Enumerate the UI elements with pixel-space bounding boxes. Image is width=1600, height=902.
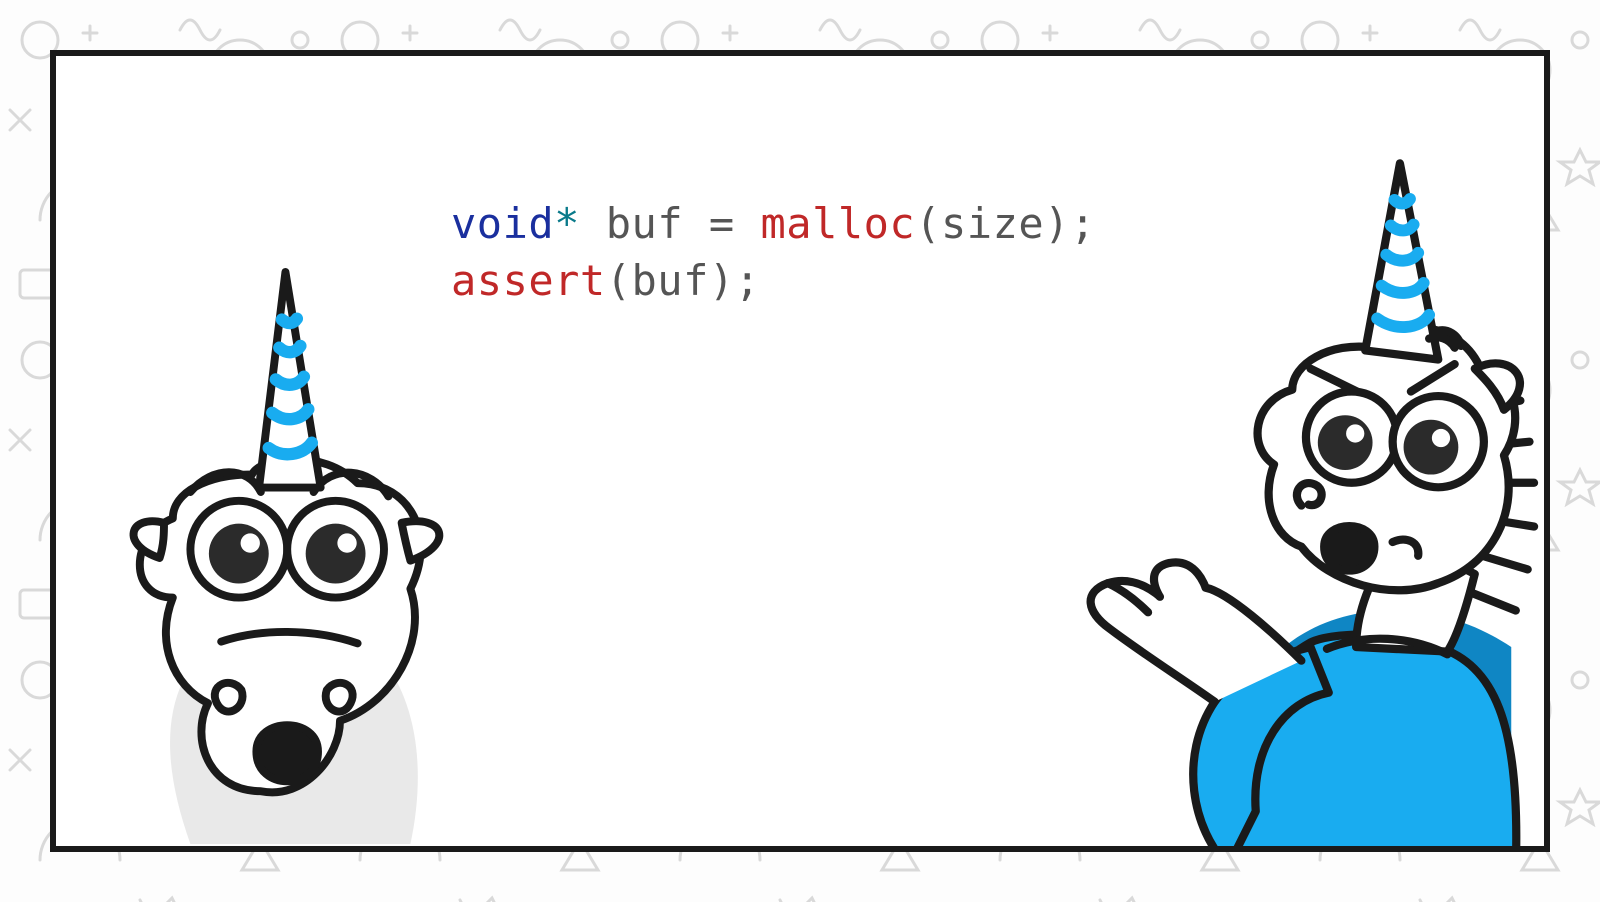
right-unicorn-icon (994, 136, 1550, 852)
code-equals: = (709, 199, 735, 248)
code-func-malloc: malloc (761, 199, 916, 248)
code-identifier-buf: buf (606, 199, 683, 248)
left-unicorn-icon (76, 216, 516, 852)
code-identifier-buf2: buf (632, 256, 709, 305)
cartoon-panel: void* buf = malloc(size); assert(buf); (50, 50, 1550, 852)
code-star: * (554, 199, 580, 248)
